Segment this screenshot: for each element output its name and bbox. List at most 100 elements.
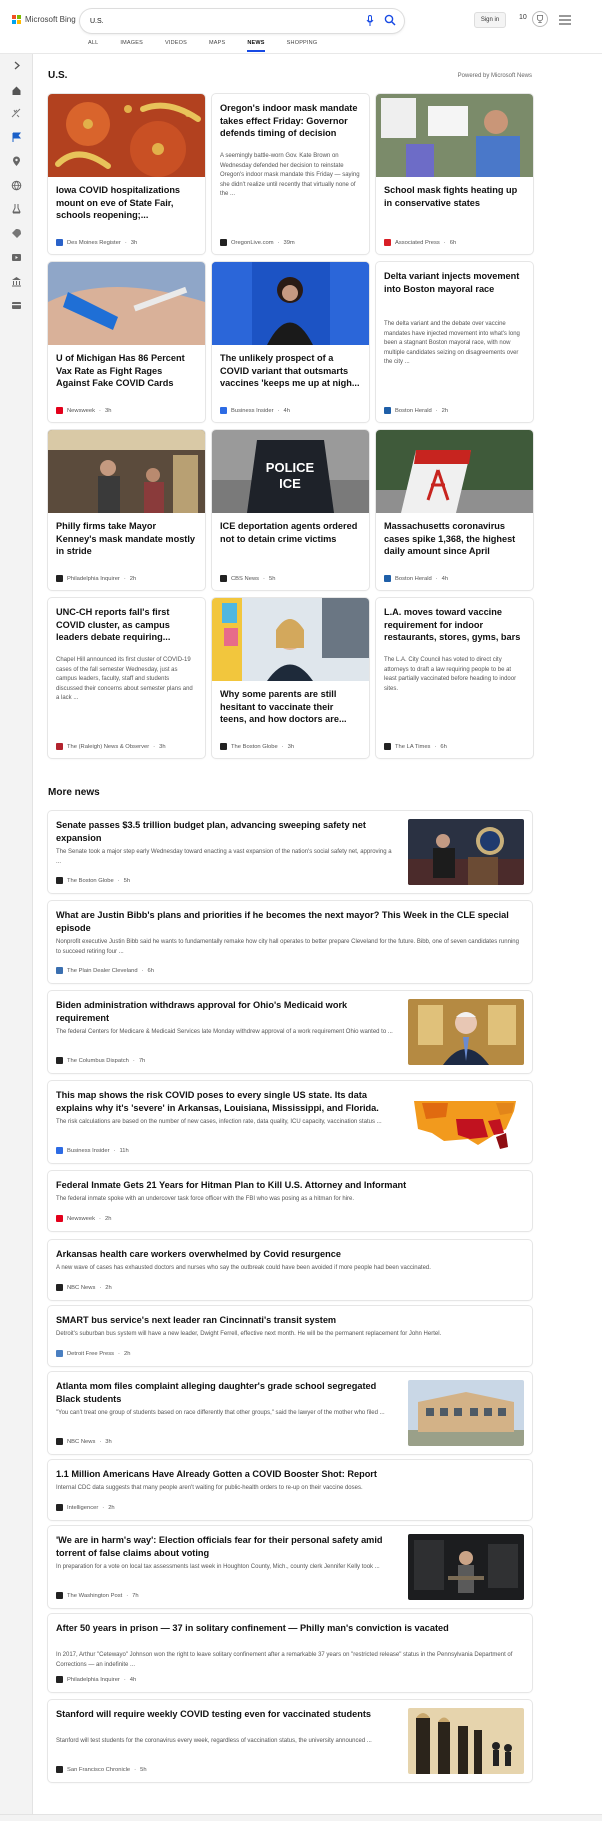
news-card[interactable]: Iowa COVID hospitalizations mount on eve… bbox=[48, 94, 205, 254]
card-icon[interactable] bbox=[11, 300, 22, 311]
item-source[interactable]: The Boston Globe · 5h bbox=[56, 877, 130, 884]
news-card[interactable]: POLICE ICE ICE deportation agents ordered … bbox=[212, 430, 369, 590]
science-icon[interactable] bbox=[11, 203, 22, 214]
biden-image[interactable] bbox=[408, 999, 524, 1065]
bing-logo[interactable]: Microsoft Bing bbox=[12, 15, 76, 24]
item-source[interactable]: The Columbus Dispatch · 7h bbox=[56, 1057, 145, 1064]
more-news-item[interactable]: SMART bus service's next leader ran Cinc… bbox=[48, 1306, 532, 1366]
news-card[interactable]: U of Michigan Has 86 Percent Vax Rate as… bbox=[48, 262, 205, 422]
vaccination-site-image[interactable] bbox=[376, 430, 533, 513]
card-image[interactable] bbox=[212, 598, 369, 681]
search-box[interactable] bbox=[80, 9, 404, 33]
card-headline[interactable]: Delta variant injects movement into Bost… bbox=[384, 270, 525, 295]
item-source[interactable]: San Francisco Chronicle · 5h bbox=[56, 1766, 147, 1773]
card-image[interactable] bbox=[212, 262, 369, 345]
more-news-item[interactable]: Atlanta mom files complaint alleging dau… bbox=[48, 1372, 532, 1454]
card-source[interactable]: Newsweek · 3h bbox=[56, 407, 111, 414]
card-headline[interactable]: U of Michigan Has 86 Percent Vax Rate as… bbox=[56, 352, 197, 390]
us-map-image[interactable] bbox=[408, 1089, 524, 1155]
news-card[interactable]: Delta variant injects movement into Bost… bbox=[376, 262, 533, 422]
powered-by-label[interactable]: Powered by Microsoft News bbox=[458, 73, 532, 79]
card-headline[interactable]: Why some parents are still hesitant to v… bbox=[220, 688, 361, 726]
search-icon[interactable] bbox=[384, 14, 396, 26]
press-briefing-image[interactable] bbox=[212, 262, 369, 345]
search-input[interactable] bbox=[90, 14, 340, 28]
card-headline[interactable]: Massachusetts coronavirus cases spike 1,… bbox=[384, 520, 525, 558]
more-news-item[interactable]: Stanford will require weekly COVID testi… bbox=[48, 1700, 532, 1782]
doctor-image[interactable] bbox=[212, 598, 369, 681]
item-headline[interactable]: Biden administration withdraws approval … bbox=[56, 999, 394, 1025]
item-headline[interactable]: After 50 years in prison — 37 in solitar… bbox=[56, 1622, 520, 1635]
more-news-item[interactable]: After 50 years in prison — 37 in solitar… bbox=[48, 1614, 532, 1692]
item-headline[interactable]: Senate passes $3.5 trillion budget plan,… bbox=[56, 819, 394, 845]
more-news-item[interactable]: Arkansas health care workers overwhelmed… bbox=[48, 1240, 532, 1300]
discover-icon[interactable] bbox=[11, 108, 22, 119]
item-source[interactable]: Intelligencer · 2h bbox=[56, 1504, 115, 1511]
arcade-image[interactable] bbox=[408, 1708, 524, 1774]
item-thumbnail[interactable] bbox=[408, 1380, 524, 1446]
item-headline[interactable]: Arkansas health care workers overwhelmed… bbox=[56, 1248, 520, 1261]
card-source[interactable]: Boston Herald · 2h bbox=[384, 407, 448, 414]
tab-images[interactable]: IMAGES bbox=[120, 40, 143, 52]
more-news-item[interactable]: 'We are in harm's way': Election officia… bbox=[48, 1526, 532, 1608]
card-headline[interactable]: The unlikely prospect of a COVID variant… bbox=[220, 352, 361, 390]
more-news-item[interactable]: 1.1 Million Americans Have Already Gotte… bbox=[48, 1460, 532, 1520]
card-headline[interactable]: ICE deportation agents ordered not to de… bbox=[220, 520, 361, 545]
vaccine-shot-image[interactable] bbox=[48, 262, 205, 345]
item-thumbnail[interactable] bbox=[408, 819, 524, 885]
market-image[interactable] bbox=[48, 430, 205, 513]
card-source[interactable]: The LA Times · 6h bbox=[384, 743, 447, 750]
card-image[interactable] bbox=[48, 262, 205, 345]
item-headline[interactable]: This map shows the risk COVID poses to e… bbox=[56, 1089, 394, 1115]
news-card[interactable]: Oregon's indoor mask mandate takes effec… bbox=[212, 94, 369, 254]
card-image[interactable]: POLICE ICE bbox=[212, 430, 369, 513]
microphone-icon[interactable] bbox=[366, 15, 374, 27]
tab-news[interactable]: NEWS bbox=[247, 40, 265, 52]
item-thumbnail[interactable] bbox=[408, 1708, 524, 1774]
tab-shopping[interactable]: SHOPPING bbox=[287, 40, 318, 52]
card-source[interactable]: Associated Press · 6h bbox=[384, 239, 456, 246]
card-source[interactable]: Philadelphia Inquirer · 2h bbox=[56, 575, 136, 582]
school-image[interactable] bbox=[408, 1380, 524, 1446]
rewards-points[interactable]: 10 bbox=[519, 14, 527, 21]
item-source[interactable]: NBC News · 2h bbox=[56, 1284, 112, 1291]
item-headline[interactable]: 'We are in harm's way': Election officia… bbox=[56, 1534, 394, 1560]
sign-in-button[interactable]: Sign in bbox=[474, 12, 506, 28]
news-card[interactable]: Why some parents are still hesitant to v… bbox=[212, 598, 369, 758]
rewards-trophy-icon[interactable] bbox=[532, 11, 548, 27]
senate-image[interactable] bbox=[408, 819, 524, 885]
item-headline[interactable]: Federal Inmate Gets 21 Years for Hitman … bbox=[56, 1179, 520, 1192]
tab-videos[interactable]: VIDEOS bbox=[165, 40, 187, 52]
flag-icon[interactable] bbox=[11, 132, 22, 143]
more-news-item[interactable]: Biden administration withdraws approval … bbox=[48, 991, 532, 1073]
news-card[interactable]: Massachusetts coronavirus cases spike 1,… bbox=[376, 430, 533, 590]
office-image[interactable] bbox=[408, 1534, 524, 1600]
rocket-icon[interactable] bbox=[11, 228, 22, 239]
tab-maps[interactable]: MAPS bbox=[209, 40, 225, 52]
location-pin-icon[interactable] bbox=[11, 156, 22, 167]
police-ice-image[interactable]: POLICEICE bbox=[212, 430, 369, 513]
more-news-item[interactable]: Federal Inmate Gets 21 Years for Hitman … bbox=[48, 1171, 532, 1231]
home-icon[interactable] bbox=[11, 85, 22, 96]
item-source[interactable]: Detroit Free Press · 2h bbox=[56, 1350, 130, 1357]
news-card[interactable]: Philly firms take Mayor Kenney's mask ma… bbox=[48, 430, 205, 590]
expand-icon[interactable] bbox=[11, 60, 22, 71]
news-card[interactable]: L.A. moves toward vaccine requirement fo… bbox=[376, 598, 533, 758]
news-card[interactable]: UNC-CH reports fall's first COVID cluste… bbox=[48, 598, 205, 758]
more-news-item[interactable]: This map shows the risk COVID poses to e… bbox=[48, 1081, 532, 1163]
entertainment-icon[interactable] bbox=[11, 252, 22, 263]
tab-all[interactable]: ALL bbox=[88, 40, 98, 52]
item-source[interactable]: Newsweek · 2h bbox=[56, 1215, 111, 1222]
item-headline[interactable]: What are Justin Bibb's plans and priorit… bbox=[56, 909, 520, 935]
item-headline[interactable]: SMART bus service's next leader ran Cinc… bbox=[56, 1314, 520, 1327]
card-source[interactable]: The Boston Globe · 3h bbox=[220, 743, 294, 750]
item-thumbnail[interactable] bbox=[408, 999, 524, 1065]
card-headline[interactable]: UNC-CH reports fall's first COVID cluste… bbox=[56, 606, 197, 644]
item-source[interactable]: The Plain Dealer Cleveland · 6h bbox=[56, 967, 154, 974]
item-thumbnail[interactable] bbox=[408, 1089, 524, 1155]
card-image[interactable] bbox=[376, 430, 533, 513]
card-headline[interactable]: Oregon's indoor mask mandate takes effec… bbox=[220, 102, 361, 140]
bank-icon[interactable] bbox=[11, 276, 22, 287]
card-image[interactable] bbox=[376, 94, 533, 177]
item-headline[interactable]: 1.1 Million Americans Have Already Gotte… bbox=[56, 1468, 520, 1481]
